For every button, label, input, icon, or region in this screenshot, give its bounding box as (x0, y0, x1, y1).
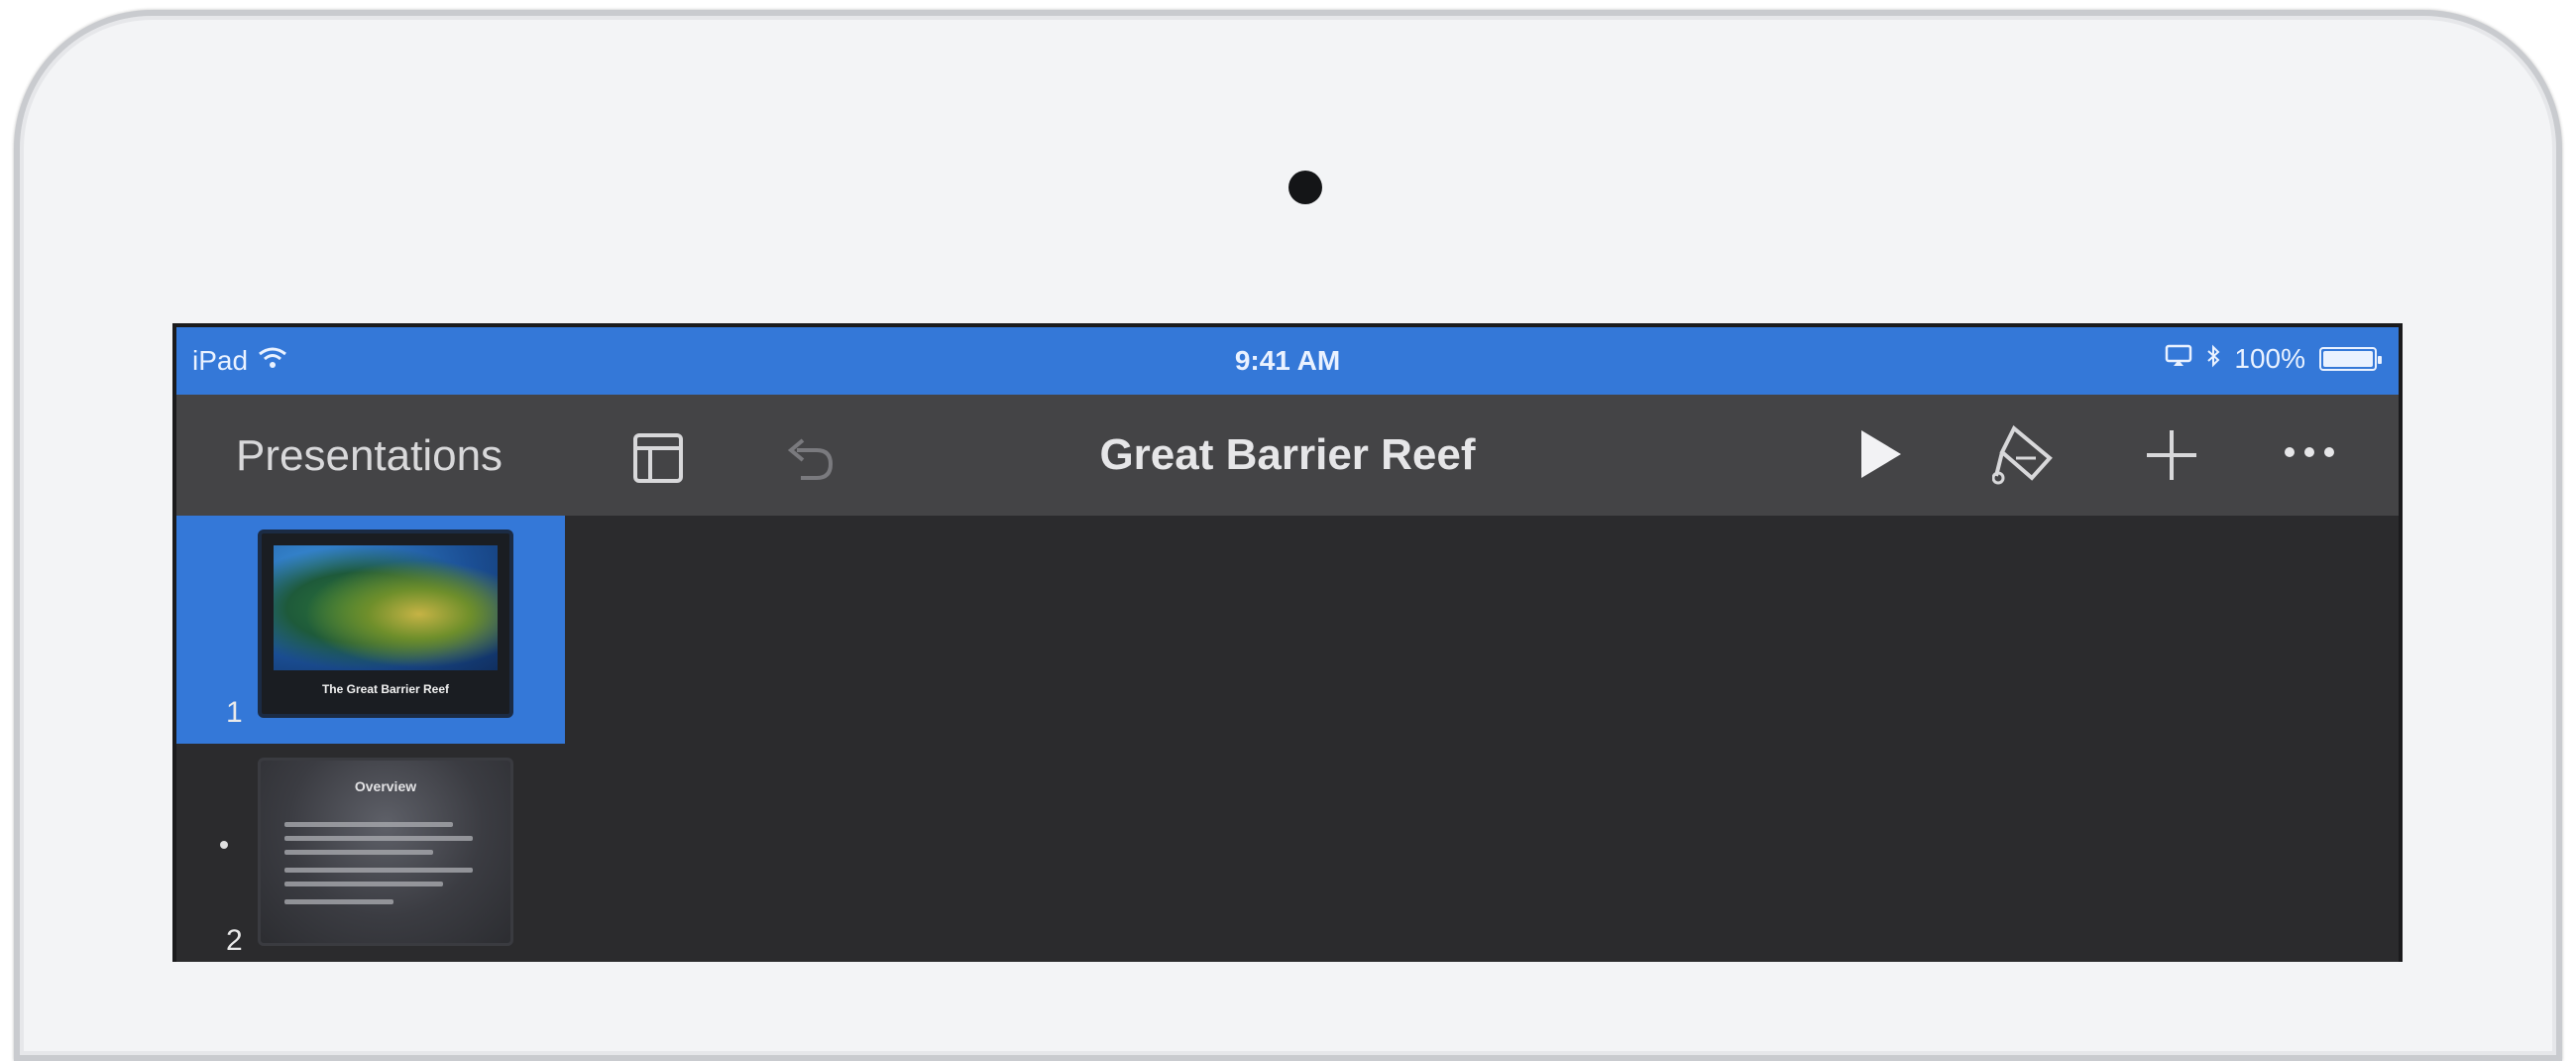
text-line (284, 899, 393, 904)
ipad-screen: iPad 9:41 AM 100% Presentations Great Ba… (172, 323, 2403, 962)
format-brush-icon[interactable] (1992, 424, 2058, 486)
text-line (284, 850, 433, 855)
text-line (284, 822, 453, 827)
status-bar: iPad 9:41 AM 100% (176, 327, 2399, 395)
toolbar: Presentations Great Barrier Reef (176, 395, 2399, 516)
slide-thumbnail-1[interactable]: The Great Barrier Reef (258, 530, 513, 718)
slide-1-caption: The Great Barrier Reef (321, 682, 450, 696)
battery-fill (2323, 351, 2373, 367)
play-icon[interactable] (1855, 426, 1905, 482)
battery-percent: 100% (2234, 343, 2305, 374)
build-indicator-dot (220, 841, 228, 849)
slide-navigator: The Great Barrier Reef 1 Overview 2 (176, 516, 565, 962)
slide-thumbnail-2[interactable]: Overview (258, 758, 513, 946)
bluetooth-icon (2206, 343, 2220, 375)
status-time: 9:41 AM (1234, 345, 1341, 376)
reef-image (274, 545, 498, 670)
slide-2-heading: Overview (354, 778, 417, 794)
document-title: Great Barrier Reef (1099, 430, 1476, 479)
front-camera (1288, 171, 1322, 204)
slide-number: 1 (226, 696, 243, 729)
text-line (284, 836, 473, 841)
plus-icon[interactable] (2143, 426, 2200, 484)
slide-canvas[interactable] (565, 516, 2399, 962)
airplay-icon (2165, 343, 2192, 375)
battery-icon (2319, 347, 2382, 371)
status-right: 100% (2165, 343, 2382, 375)
slide-number: 2 (226, 924, 243, 957)
slide-item-2[interactable]: Overview 2 (176, 744, 565, 962)
text-line (284, 868, 473, 873)
text-line (284, 882, 443, 886)
slide-item-1[interactable]: The Great Barrier Reef 1 (176, 516, 565, 744)
more-icon[interactable] (2282, 444, 2337, 460)
